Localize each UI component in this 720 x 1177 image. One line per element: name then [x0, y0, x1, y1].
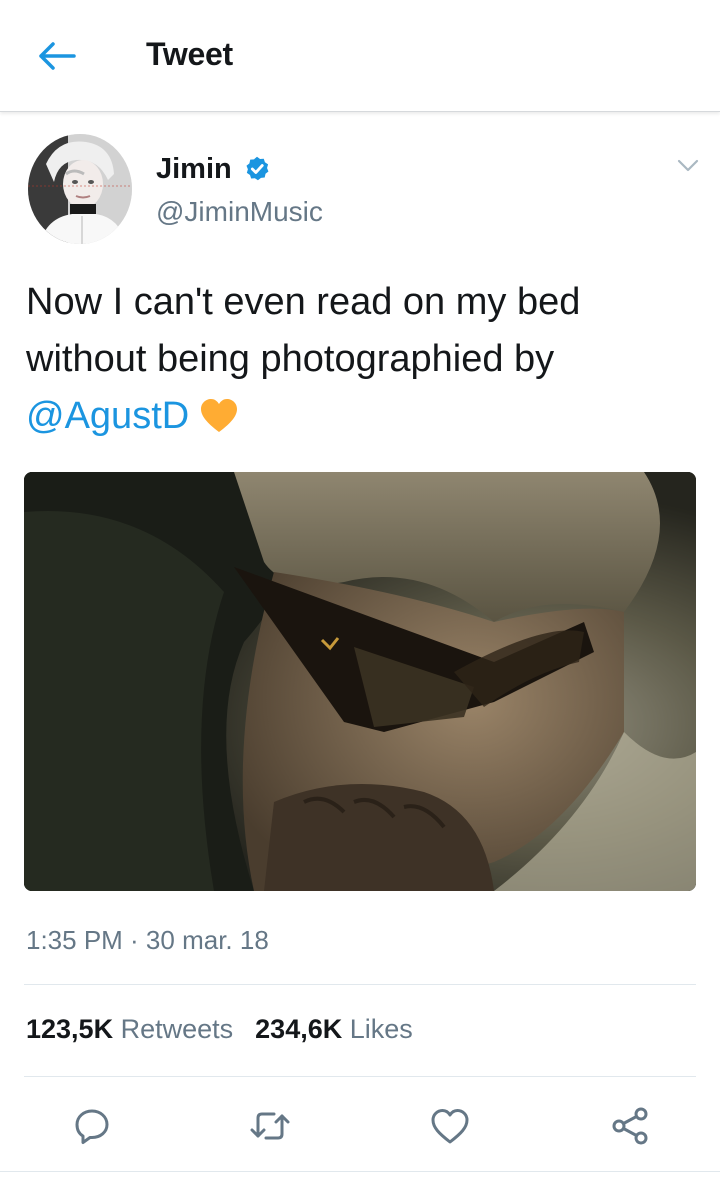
avatar-image	[28, 134, 132, 244]
page-title: Tweet	[146, 36, 233, 72]
more-options-button[interactable]	[672, 150, 704, 182]
retweets-label: Retweets	[120, 1014, 234, 1044]
user-display-name[interactable]: Jimin	[156, 153, 232, 186]
divider	[24, 1076, 696, 1077]
share-button[interactable]	[602, 1098, 658, 1154]
reply-icon	[75, 1109, 109, 1144]
tweet-photo-image	[24, 472, 696, 891]
tweet-text-line: without being photographied by	[26, 338, 555, 380]
share-icon	[612, 1107, 648, 1145]
verified-badge-icon	[246, 156, 269, 181]
like-icon	[431, 1109, 469, 1144]
retweet-button[interactable]	[242, 1098, 298, 1154]
mention-link[interactable]: @AgustD	[26, 395, 189, 437]
tweet-text: Now I can't even read on my bed without …	[26, 274, 696, 451]
tweet-stats: 123,5K Retweets 234,6K Likes	[26, 1014, 413, 1045]
reply-button[interactable]	[64, 1098, 120, 1154]
back-button[interactable]	[30, 34, 82, 78]
top-app-bar: Tweet	[0, 0, 720, 112]
likes-count: 234,6K	[255, 1014, 343, 1044]
chevron-down-icon	[677, 159, 699, 172]
yellow-heart-icon	[199, 394, 239, 451]
tweet-action-bar	[0, 1098, 720, 1154]
divider	[24, 984, 696, 985]
like-button[interactable]	[422, 1098, 478, 1154]
divider	[0, 1171, 720, 1172]
avatar[interactable]	[28, 134, 132, 244]
likes-stat[interactable]: 234,6K Likes	[255, 1014, 413, 1045]
retweet-icon	[250, 1112, 290, 1140]
user-handle[interactable]: @JiminMusic	[156, 196, 323, 228]
retweets-stat[interactable]: 123,5K Retweets	[26, 1014, 233, 1045]
likes-label: Likes	[349, 1014, 413, 1044]
tweet-text-line: Now I can't even read on my bed	[26, 281, 581, 323]
arrow-left-icon	[39, 42, 76, 70]
retweets-count: 123,5K	[26, 1014, 114, 1044]
tweet-timestamp[interactable]: 1:35 PM · 30 mar. 18	[26, 925, 269, 956]
tweet-photo[interactable]	[24, 472, 696, 891]
tweet-text-line: @AgustD	[26, 388, 696, 451]
